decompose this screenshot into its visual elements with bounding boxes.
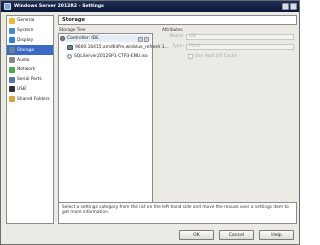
host-io-cache-label: Use Host I/O Cache xyxy=(195,54,238,59)
tree-item-label: 9600.16415.amd64fre.winblue_refresh.1... xyxy=(75,45,169,50)
general-icon xyxy=(9,17,15,24)
ok-button[interactable]: OK xyxy=(179,230,214,240)
system-icon xyxy=(9,27,15,34)
name-label: Name: xyxy=(169,34,184,39)
attributes-label: Attributes xyxy=(162,27,183,32)
sidebar-item-label: Audio xyxy=(17,57,30,63)
help-button[interactable]: Help xyxy=(259,230,294,240)
sidebar-item-label: Storage xyxy=(17,47,35,53)
sidebar-item-system[interactable]: System xyxy=(7,26,53,36)
audio-icon xyxy=(9,57,15,64)
network-icon xyxy=(9,66,15,73)
storage-tree: Controller: IDE 9600.16415.amd64fre.winb… xyxy=(58,33,169,212)
sidebar-item-label: Display xyxy=(17,37,34,43)
window-title: Windows Server 2012R2 - Settings xyxy=(14,4,104,9)
shared-folders-icon xyxy=(9,96,15,103)
sidebar-item-label: General xyxy=(17,18,35,24)
optical-disk-icon xyxy=(67,54,72,59)
sidebar-item-label: Serial Ports xyxy=(17,77,42,83)
sidebar-item-shared-folders[interactable]: Shared Folders xyxy=(7,94,53,104)
type-row: Type: PIIX4 xyxy=(162,43,297,50)
serial-ports-icon xyxy=(9,76,15,83)
sidebar-item-display[interactable]: Display xyxy=(7,36,53,46)
sidebar-item-audio[interactable]: Audio xyxy=(7,55,53,65)
dialog-buttons: OK Cancel Help xyxy=(179,230,294,240)
sidebar-item-network[interactable]: Network xyxy=(7,65,53,75)
close-window-button[interactable] xyxy=(290,3,297,10)
type-label: Type: xyxy=(172,44,184,49)
sidebar-item-usb[interactable]: USB xyxy=(7,85,53,95)
storage-icon xyxy=(9,47,15,54)
settings-category-list: General System Display Storage Audio Net… xyxy=(6,15,54,224)
ide-controller-icon xyxy=(60,36,65,41)
tree-item-optical-disk[interactable]: SQLServer2012SP1-CTP3-ENU.iso xyxy=(67,53,148,60)
name-row: Name: IDE xyxy=(162,33,297,40)
sidebar-item-serial-ports[interactable]: Serial Ports xyxy=(7,75,53,85)
tree-item-hard-disk[interactable]: 9600.16415.amd64fre.winblue_refresh.1... xyxy=(67,44,169,51)
sidebar-item-general[interactable]: General xyxy=(7,16,53,26)
controller-ide[interactable]: Controller: IDE xyxy=(60,35,151,42)
settings-window: Windows Server 2012R2 - Settings General… xyxy=(0,0,300,245)
info-panel: Select a settings category from the list… xyxy=(58,202,297,224)
tree-item-label: SQLServer2012SP1-CTP3-ENU.iso xyxy=(74,54,148,59)
host-io-cache-checkbox[interactable] xyxy=(188,54,193,59)
controller-label: Controller: IDE xyxy=(67,36,99,41)
sidebar-item-label: System xyxy=(17,28,34,34)
sidebar-item-label: USB xyxy=(17,86,27,92)
attributes-panel: Name: IDE Type: PIIX4 Use Host I/O Cache xyxy=(162,33,297,143)
virtualbox-icon xyxy=(4,3,11,10)
help-window-button[interactable] xyxy=(282,3,289,10)
hard-disk-icon xyxy=(67,45,73,50)
storage-tree-label: Storage Tree xyxy=(59,27,86,32)
sidebar-item-storage[interactable]: Storage xyxy=(7,45,53,56)
sidebar-item-label: Shared Folders xyxy=(17,96,50,102)
name-field[interactable]: IDE xyxy=(186,33,294,40)
title-bar[interactable]: Windows Server 2012R2 - Settings xyxy=(1,1,299,12)
add-optical-drive-button[interactable] xyxy=(138,37,143,42)
add-hard-disk-button[interactable] xyxy=(144,37,149,42)
page-title: Storage xyxy=(58,15,297,25)
type-select[interactable]: PIIX4 xyxy=(186,43,294,50)
sidebar-item-label: Network xyxy=(17,67,36,73)
display-icon xyxy=(9,37,15,44)
cancel-button[interactable]: Cancel xyxy=(219,230,254,240)
usb-icon xyxy=(9,86,15,93)
settings-page: Storage Storage Tree Attributes Controll… xyxy=(58,15,297,224)
cache-row: Use Host I/O Cache xyxy=(162,53,297,60)
